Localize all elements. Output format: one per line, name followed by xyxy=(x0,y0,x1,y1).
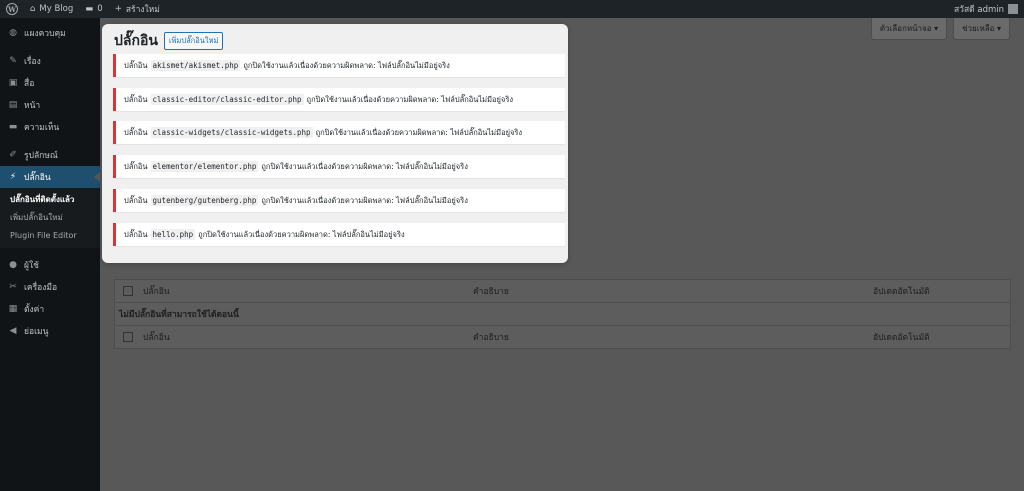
sidebar-item-posts[interactable]: ✎ เรื่อง xyxy=(0,50,100,72)
notice-prefix: ปลั๊กอิน xyxy=(124,195,148,205)
notice-message: ถูกปิดใช้งานแล้วเนื่องด้วยความผิดพลาด: ไ… xyxy=(261,195,468,205)
notice-prefix: ปลั๊กอิน xyxy=(124,161,148,171)
comments-link[interactable]: ▬ 0 xyxy=(79,0,108,18)
sidebar-item-label: หน้า xyxy=(24,101,41,111)
greeting-text: สวัสดี admin xyxy=(953,5,1004,15)
admin-bar: W ⌂ My Blog ▬ 0 + สร้างใหม่ สวัสดี admin xyxy=(0,0,1024,18)
sidebar-item-plugins[interactable]: ⚡ ปลั๊กอิน xyxy=(0,166,100,188)
sidebar-item-label: เรื่อง xyxy=(24,57,41,67)
notice-message: ถูกปิดใช้งานแล้วเนื่องด้วยความผิดพลาด: ไ… xyxy=(315,127,523,137)
page-icon: ▤ xyxy=(8,100,18,110)
sidebar-item-appearance[interactable]: ✐ รูปลักษณ์ xyxy=(0,144,100,166)
sidebar-item-label: ผู้ใช้ xyxy=(24,261,39,271)
column-footer-description: คำอธิบาย xyxy=(473,333,509,343)
sidebar-item-dashboard[interactable]: ◍ แผงควบคุม xyxy=(0,22,100,44)
notice-prefix: ปลั๊กอิน xyxy=(124,60,148,70)
notice-plugin-file: hello.php xyxy=(150,229,196,240)
sidebar-item-users[interactable]: ● ผู้ใช้ xyxy=(0,254,100,276)
settings-icon: ▦ xyxy=(8,304,18,314)
comments-count: 0 xyxy=(97,4,103,14)
error-notice: ปลั๊กอิน classic-widgets/classic-widgets… xyxy=(113,121,565,144)
new-content-link[interactable]: + สร้างใหม่ xyxy=(109,0,166,18)
pin-icon: ✎ xyxy=(9,56,17,66)
table-header-row: ปลั๊กอิน คำอธิบาย อัปเดตอัตโนมัติ xyxy=(115,280,1010,303)
table-footer-row: ปลั๊กอิน คำอธิบาย อัปเดตอัตโนมัติ xyxy=(115,326,1010,348)
notice-prefix: ปลั๊กอิน xyxy=(124,127,148,137)
sidebar-item-label: เครื่องมือ xyxy=(24,283,58,293)
notice-plugin-file: classic-editor/classic-editor.php xyxy=(150,94,304,105)
submenu-plugin-file-editor[interactable]: Plugin File Editor xyxy=(0,227,100,245)
page-title: ปลั๊กอิน xyxy=(114,33,158,49)
column-footer-auto-updates: อัปเดตอัตโนมัติ xyxy=(873,333,930,343)
sidebar-item-label: รูปลักษณ์ xyxy=(24,151,58,161)
plugins-submenu: ปลั๊กอินที่ติดตั้งแล้ว เพิ่มปลั๊กอินใหม่… xyxy=(0,188,100,248)
site-name: My Blog xyxy=(39,4,74,14)
collapse-icon: ◀ xyxy=(9,326,17,336)
sidebar-item-label: ตั้งค่า xyxy=(24,305,45,315)
column-header-plugin[interactable]: ปลั๊กอิน xyxy=(143,284,473,298)
select-all-checkbox[interactable] xyxy=(123,286,133,296)
notice-message: ถูกปิดใช้งานแล้วเนื่องด้วยความผิดพลาด: ไ… xyxy=(198,229,405,239)
error-notice: ปลั๊กอิน akismet/akismet.php ถูกปิดใช้งา… xyxy=(113,54,565,77)
plugins-notice-panel: ปลั๊กอิน เพิ่มปลั๊กอินใหม่ ปลั๊กอิน akis… xyxy=(102,24,568,263)
home-icon: ⌂ xyxy=(30,4,36,14)
notice-plugin-file: elementor/elementor.php xyxy=(150,161,259,172)
error-notice: ปลั๊กอิน gutenberg/gutenberg.php ถูกปิดใ… xyxy=(113,189,565,212)
notice-plugin-file: gutenberg/gutenberg.php xyxy=(150,195,259,206)
notice-plugin-file: akismet/akismet.php xyxy=(150,60,241,71)
sidebar-item-pages[interactable]: ▤ หน้า xyxy=(0,94,100,116)
sidebar-item-media[interactable]: ▣ สื่อ xyxy=(0,72,100,94)
error-notice: ปลั๊กอิน hello.php ถูกปิดใช้งานแล้วเนื่อ… xyxy=(113,223,565,246)
table-empty-row: ไม่มีปลั๊กอินที่สามารถใช้ได้ตอนนี้ xyxy=(115,303,1010,326)
wordpress-icon: W xyxy=(6,3,18,15)
sidebar-item-comments[interactable]: ▬ ความเห็น xyxy=(0,116,100,138)
media-icon: ▣ xyxy=(8,78,18,88)
comment-bubble-icon: ▬ xyxy=(85,4,94,14)
submenu-installed-plugins[interactable]: ปลั๊กอินที่ติดตั้งแล้ว xyxy=(0,191,100,209)
sidebar-collapse-menu[interactable]: ◀ ย่อเมนู xyxy=(0,320,100,342)
submenu-add-new-plugin[interactable]: เพิ่มปลั๊กอินใหม่ xyxy=(0,209,100,227)
notice-message: ถูกปิดใช้งานแล้วเนื่องด้วยความผิดพลาด: ไ… xyxy=(261,161,468,171)
my-account-link[interactable]: สวัสดี admin xyxy=(948,0,1024,18)
no-plugins-message: ไม่มีปลั๊กอินที่สามารถใช้ได้ตอนนี้ xyxy=(119,310,239,320)
column-header-auto-updates: อัปเดตอัตโนมัติ xyxy=(873,287,930,297)
sidebar-item-settings[interactable]: ▦ ตั้งค่า xyxy=(0,298,100,320)
sidebar-item-label: ความเห็น xyxy=(24,123,60,133)
avatar xyxy=(1008,4,1018,14)
tools-icon: ✂ xyxy=(9,282,17,292)
admin-sidebar: ◍ แผงควบคุม ✎ เรื่อง ▣ สื่อ ▤ หน้า ▬ ควา… xyxy=(0,18,100,491)
plus-icon: + xyxy=(114,4,122,14)
sidebar-item-label: แผงควบคุม xyxy=(24,29,66,39)
dashboard-icon: ◍ xyxy=(9,28,17,38)
plugins-table: ปลั๊กอิน คำอธิบาย อัปเดตอัตโนมัติ ไม่มีป… xyxy=(114,279,1011,349)
sidebar-item-label: ปลั๊กอิน xyxy=(24,173,51,183)
new-content-label: สร้างใหม่ xyxy=(125,5,160,15)
notice-message: ถูกปิดใช้งานแล้วเนื่องด้วยความผิดพลาด: ไ… xyxy=(243,60,450,70)
page-header: ปลั๊กอิน เพิ่มปลั๊กอินใหม่ xyxy=(102,24,568,51)
column-header-description: คำอธิบาย xyxy=(473,287,509,297)
add-new-plugin-button[interactable]: เพิ่มปลั๊กอินใหม่ xyxy=(163,32,224,50)
comment-icon: ▬ xyxy=(8,122,18,132)
plugin-icon: ⚡ xyxy=(9,172,17,182)
error-notice: ปลั๊กอิน classic-editor/classic-editor.p… xyxy=(113,88,565,111)
column-footer-plugin[interactable]: ปลั๊กอิน xyxy=(143,330,473,344)
appearance-icon: ✐ xyxy=(9,150,17,160)
notice-prefix: ปลั๊กอิน xyxy=(124,229,148,239)
screen-meta-links: ตัวเลือกหน้าจอ ▾ ช่วยเหลือ ▾ xyxy=(870,18,1010,40)
notice-prefix: ปลั๊กอิน xyxy=(124,94,148,104)
select-all-checkbox-footer[interactable] xyxy=(123,332,133,342)
help-button[interactable]: ช่วยเหลือ ▾ xyxy=(953,18,1010,40)
notice-message: ถูกปิดใช้งานแล้วเนื่องด้วยความผิดพลาด: ไ… xyxy=(306,94,514,104)
site-name-link[interactable]: ⌂ My Blog xyxy=(24,0,79,18)
sidebar-item-label: ย่อเมนู xyxy=(24,327,49,337)
error-notice: ปลั๊กอิน elementor/elementor.php ถูกปิดใ… xyxy=(113,155,565,178)
notice-plugin-file: classic-widgets/classic-widgets.php xyxy=(150,127,313,138)
sidebar-item-tools[interactable]: ✂ เครื่องมือ xyxy=(0,276,100,298)
user-icon: ● xyxy=(9,260,17,270)
wordpress-logo-button[interactable]: W xyxy=(0,0,24,18)
screen-options-button[interactable]: ตัวเลือกหน้าจอ ▾ xyxy=(870,18,948,40)
sidebar-item-label: สื่อ xyxy=(24,79,35,89)
